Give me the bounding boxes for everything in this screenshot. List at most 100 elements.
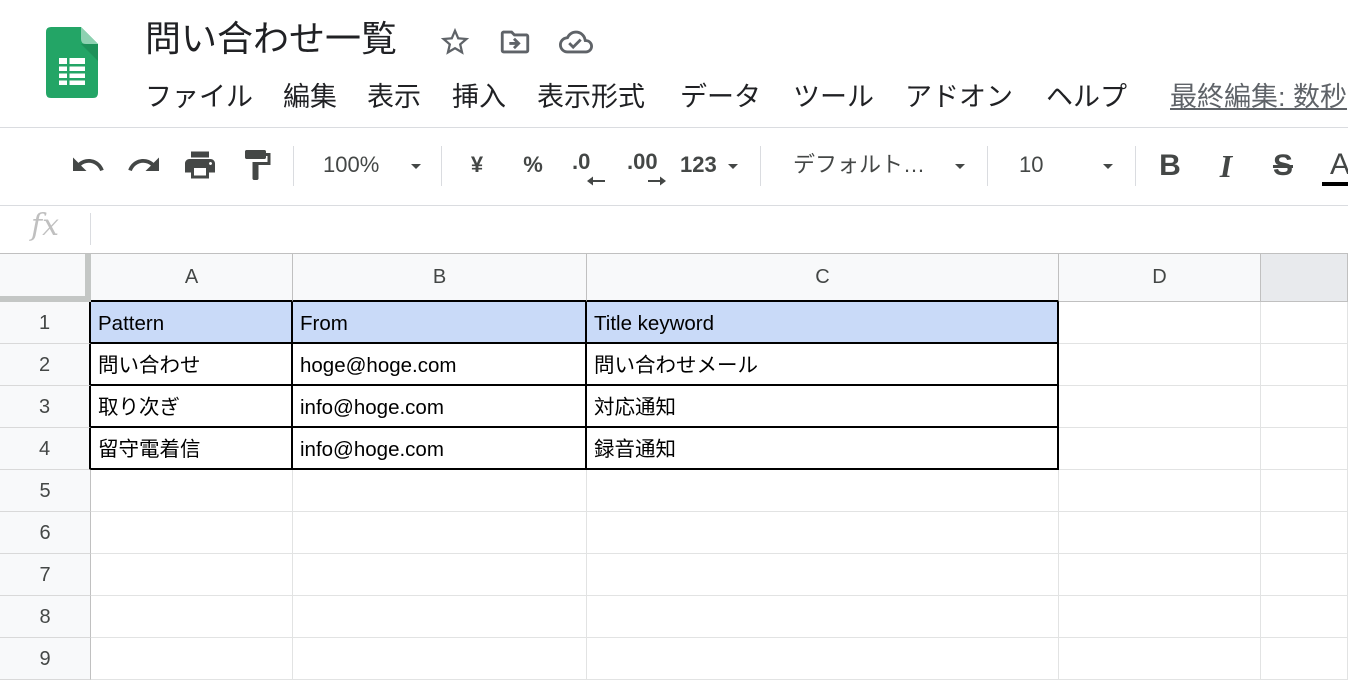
cell-b9[interactable] <box>293 638 587 680</box>
cell-c9[interactable] <box>587 638 1059 680</box>
percent-format-button[interactable]: % <box>515 146 551 186</box>
column-header-b[interactable]: B <box>293 254 587 302</box>
cell-d6[interactable] <box>1059 512 1261 554</box>
star-icon[interactable] <box>438 25 472 59</box>
cell-a6[interactable] <box>91 512 293 554</box>
italic-button[interactable]: I <box>1208 146 1244 186</box>
cell-d5[interactable] <box>1059 470 1261 512</box>
row-header-4[interactable]: 4 <box>0 428 91 470</box>
cell-c7[interactable] <box>587 554 1059 596</box>
cell-partial-4[interactable] <box>1261 428 1348 470</box>
cell-a1[interactable]: Pattern <box>91 302 293 344</box>
menu-tools[interactable]: ツール <box>793 80 874 114</box>
decrease-decimal-button[interactable]: .0 <box>566 146 610 186</box>
menu-format[interactable]: 表示形式 <box>537 80 645 114</box>
cell-c8[interactable] <box>587 596 1059 638</box>
cell-partial-5[interactable] <box>1261 470 1348 512</box>
cell-d7[interactable] <box>1059 554 1261 596</box>
cell-a2[interactable]: 問い合わせ <box>91 344 293 386</box>
cell-b1[interactable]: From <box>293 302 587 344</box>
menu-insert[interactable]: 挿入 <box>452 80 506 114</box>
currency-format-button[interactable]: ¥ <box>459 146 495 186</box>
text-color-button[interactable]: A <box>1320 146 1348 186</box>
row-header-8[interactable]: 8 <box>0 596 91 638</box>
cell-a8[interactable] <box>91 596 293 638</box>
folder-move-icon[interactable] <box>498 25 532 59</box>
font-family-select[interactable]: デフォルト… <box>780 146 975 186</box>
column-header-partial[interactable] <box>1261 254 1348 302</box>
menu-addons[interactable]: アドオン <box>905 80 1013 114</box>
cell-partial-3[interactable] <box>1261 386 1348 428</box>
cell-c6[interactable] <box>587 512 1059 554</box>
cell-b4[interactable]: info@hoge.com <box>293 428 587 470</box>
cell-partial-2[interactable] <box>1261 344 1348 386</box>
cell-b7[interactable] <box>293 554 587 596</box>
menu-view[interactable]: 表示 <box>367 80 421 114</box>
cell-c5[interactable] <box>587 470 1059 512</box>
undo-icon[interactable] <box>70 147 106 183</box>
strikethrough-icon: S <box>1272 149 1293 182</box>
print-icon[interactable] <box>182 147 218 183</box>
column-header-c[interactable]: C <box>587 254 1059 302</box>
menu-help[interactable]: ヘルプ <box>1046 80 1127 114</box>
chevron-down-icon <box>948 154 972 178</box>
cloud-done-icon[interactable] <box>559 25 593 59</box>
cell-b8[interactable] <box>293 596 587 638</box>
formula-input[interactable] <box>100 210 1340 246</box>
menu-file[interactable]: ファイル <box>145 80 253 114</box>
cell-partial-7[interactable] <box>1261 554 1348 596</box>
strikethrough-button[interactable]: S <box>1265 146 1301 186</box>
cell-a7[interactable] <box>91 554 293 596</box>
toolbar-separator <box>760 146 761 186</box>
cell-d8[interactable] <box>1059 596 1261 638</box>
cell-c4[interactable]: 録音通知 <box>587 428 1059 470</box>
arrow-right-icon <box>648 176 666 186</box>
menu-edit[interactable]: 編集 <box>283 80 337 114</box>
row-header-7[interactable]: 7 <box>0 554 91 596</box>
cell-partial-8[interactable] <box>1261 596 1348 638</box>
cell-c1[interactable]: Title keyword <box>587 302 1059 344</box>
last-edit-link[interactable]: 最終編集: 数秒 <box>1170 80 1348 114</box>
row-header-5[interactable]: 5 <box>0 470 91 512</box>
column-header-d[interactable]: D <box>1059 254 1261 302</box>
more-formats-button[interactable]: 123 <box>676 146 748 186</box>
cell-b5[interactable] <box>293 470 587 512</box>
chevron-down-icon <box>404 154 428 178</box>
cell-c2[interactable]: 問い合わせメール <box>587 344 1059 386</box>
row-header-2[interactable]: 2 <box>0 344 91 386</box>
cell-a3[interactable]: 取り次ぎ <box>91 386 293 428</box>
menu-data[interactable]: データ <box>680 80 761 114</box>
menu-bar: ファイル 編集 表示 挿入 表示形式 データ ツール アドオン ヘルプ 最終編集… <box>0 80 1348 114</box>
select-all-corner[interactable] <box>0 254 91 302</box>
paint-format-icon[interactable] <box>239 147 275 183</box>
bold-button[interactable]: B <box>1152 146 1188 186</box>
cell-partial-6[interactable] <box>1261 512 1348 554</box>
cell-d1[interactable] <box>1059 302 1261 344</box>
cell-d3[interactable] <box>1059 386 1261 428</box>
cell-c3[interactable]: 対応通知 <box>587 386 1059 428</box>
cell-b3[interactable]: info@hoge.com <box>293 386 587 428</box>
cell-a9[interactable] <box>91 638 293 680</box>
increase-decimal-button[interactable]: .00 <box>622 146 672 186</box>
row-header-9[interactable]: 9 <box>0 638 91 680</box>
cell-a5[interactable] <box>91 470 293 512</box>
cell-partial-1[interactable] <box>1261 302 1348 344</box>
column-header-a[interactable]: A <box>91 254 293 302</box>
cell-b2[interactable]: hoge@hoge.com <box>293 344 587 386</box>
cell-d4[interactable] <box>1059 428 1261 470</box>
row-header-1[interactable]: 1 <box>0 302 91 344</box>
cell-b6[interactable] <box>293 512 587 554</box>
redo-icon[interactable] <box>126 147 162 183</box>
zoom-select[interactable]: 100% <box>310 146 435 186</box>
cell-partial-9[interactable] <box>1261 638 1348 680</box>
cell-d2[interactable] <box>1059 344 1261 386</box>
cell-d9[interactable] <box>1059 638 1261 680</box>
toolbar-separator <box>1135 146 1136 186</box>
toolbar-separator <box>293 146 294 186</box>
font-size-select[interactable]: 10 <box>1005 146 1123 186</box>
increase-decimal-label: .00 <box>627 149 658 174</box>
document-title[interactable]: 問い合わせ一覧 <box>145 17 397 61</box>
row-header-6[interactable]: 6 <box>0 512 91 554</box>
cell-a4[interactable]: 留守電着信 <box>91 428 293 470</box>
row-header-3[interactable]: 3 <box>0 386 91 428</box>
